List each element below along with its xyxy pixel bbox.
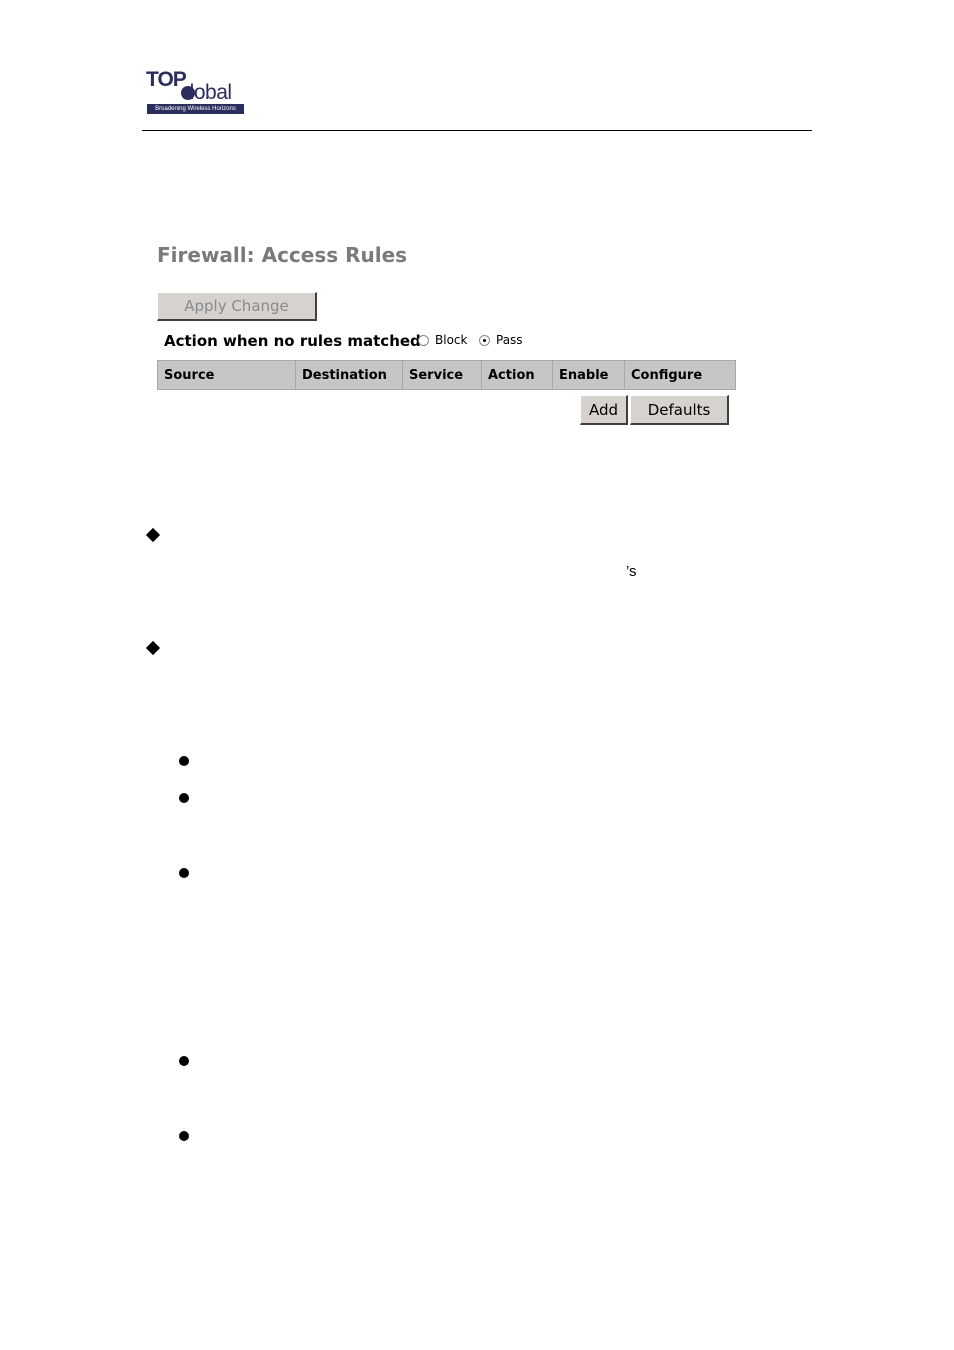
round-bullet-icon [179,868,189,878]
round-bullet-icon [179,756,189,766]
diamond-bullet-icon [145,527,161,543]
radio-block-label: Block [435,333,468,347]
radio-option-pass[interactable]: Pass [479,333,523,347]
round-bullet-icon [179,793,189,803]
logo-tagline: Broadening Wireless Horizons [147,104,244,114]
diamond-bullet-icon [145,640,161,656]
company-logo: TOP lobal Broadening Wireless Horizons [146,68,246,116]
radio-option-block[interactable]: Block [418,333,467,347]
document-text-fragment: ’s [626,563,637,580]
column-header-action: Action [481,360,553,390]
round-bullet-icon [179,1131,189,1141]
access-rules-table: Source Destination Service Action Enable… [157,360,736,390]
column-header-source: Source [157,360,296,390]
apply-change-button[interactable]: Apply Change [157,292,317,321]
add-rule-button[interactable]: Add [580,395,628,425]
defaults-button[interactable]: Defaults [630,395,729,425]
page-title: Firewall: Access Rules [157,243,408,267]
table-header-row: Source Destination Service Action Enable… [157,360,736,390]
column-header-service: Service [402,360,482,390]
column-header-destination: Destination [295,360,403,390]
radio-block-input[interactable] [418,334,429,346]
round-bullet-icon [179,1056,189,1066]
column-header-enable: Enable [552,360,625,390]
radio-pass-label: Pass [496,333,523,347]
column-header-configure: Configure [624,360,736,390]
default-action-label: Action when no rules matched: [164,332,427,350]
radio-pass-input[interactable] [479,334,490,346]
logo-global-text: lobal [189,81,232,104]
header-divider [142,130,812,131]
